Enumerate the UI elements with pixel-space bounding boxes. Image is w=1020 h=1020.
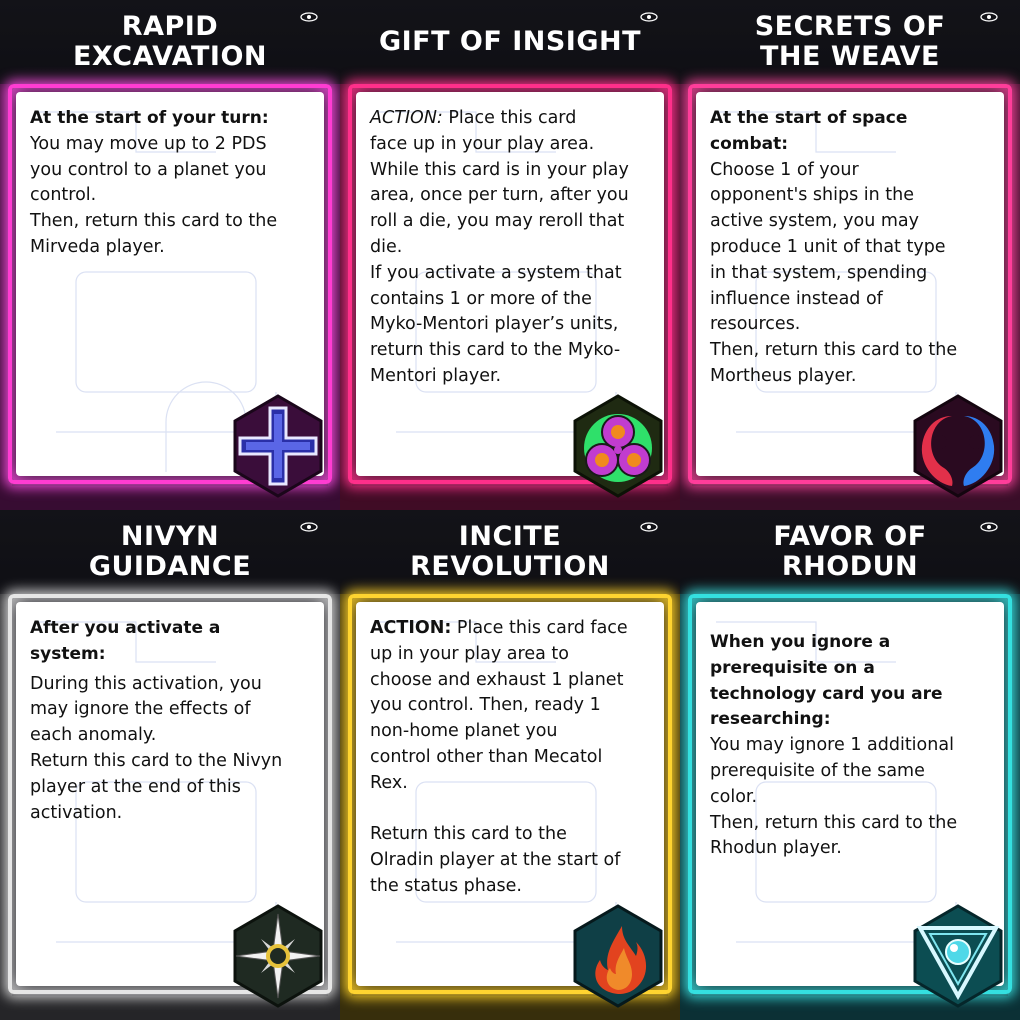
card-body: During this activation, you may ignore t… <box>30 673 283 823</box>
myko-mentori-spores-icon <box>573 394 663 498</box>
card-gift-of-insight[interactable]: GIFT OF INSIGHT ACTION: Place this card … <box>340 0 680 510</box>
card-body: You may ignore 1 additional prerequisite… <box>710 735 958 859</box>
mirveda-cross-icon <box>233 394 323 498</box>
expansion-eye-icon <box>300 12 318 22</box>
expansion-eye-icon <box>980 522 998 532</box>
card-title-band: RAPID EXCAVATION <box>0 0 340 84</box>
card-title: GIFT OF INSIGHT <box>378 26 642 57</box>
card-title-band: FAVOR OF RHODUN <box>680 510 1020 594</box>
card-secrets-of-the-weave[interactable]: SECRETS OF THE WEAVE At the start of spa… <box>680 0 1020 510</box>
card-title: INCITE REVOLUTION <box>410 521 610 582</box>
expansion-eye-icon <box>640 522 658 532</box>
expansion-eye-icon <box>640 12 658 22</box>
card-nivyn-guidance[interactable]: NIVYN GUIDANCE After you activate a syst… <box>0 510 340 1020</box>
card-trigger: At the start of your turn: <box>30 108 269 128</box>
card-body: You may move up to 2 PDS you control to … <box>30 133 278 257</box>
card-title: RAPID EXCAVATION <box>72 11 268 72</box>
card-body: Choose 1 of your opponent's ships in the… <box>710 159 958 386</box>
card-incite-revolution[interactable]: INCITE REVOLUTION ACTION: Place this car… <box>340 510 680 1020</box>
card-grid: RAPID EXCAVATION At the start of your tu… <box>0 0 1020 1020</box>
card-body-text: Place this card face up in your play are… <box>370 108 629 386</box>
card-title-band: SECRETS OF THE WEAVE <box>680 0 1020 84</box>
card-rapid-excavation[interactable]: RAPID EXCAVATION At the start of your tu… <box>0 0 340 510</box>
nivyn-star-icon <box>233 904 323 1008</box>
card-action-label: ACTION: <box>370 618 452 638</box>
card-title-band: GIFT OF INSIGHT <box>340 0 680 84</box>
expansion-eye-icon <box>980 12 998 22</box>
rhodun-triangle-icon <box>913 904 1003 1008</box>
card-body: ACTION: Place this card face up in your … <box>370 106 654 390</box>
card-title: NIVYN GUIDANCE <box>88 521 252 582</box>
card-trigger: When you ignore a prerequisite on a tech… <box>710 632 943 730</box>
card-title-band: NIVYN GUIDANCE <box>0 510 340 594</box>
card-favor-of-rhodun[interactable]: FAVOR OF RHODUN When you ignore a prereq… <box>680 510 1020 1020</box>
card-body: ACTION: Place this card face up in your … <box>370 616 654 900</box>
olradin-flame-icon <box>573 904 663 1008</box>
card-title-band: INCITE REVOLUTION <box>340 510 680 594</box>
card-body-text: Place this card face up in your play are… <box>370 618 628 896</box>
card-title: FAVOR OF RHODUN <box>773 521 927 582</box>
card-trigger: After you activate a system: <box>30 618 221 664</box>
expansion-eye-icon <box>300 522 318 532</box>
mortheus-yin-yang-icon <box>913 394 1003 498</box>
card-trigger: At the start of space combat: <box>710 108 908 154</box>
card-title: SECRETS OF THE WEAVE <box>754 11 946 72</box>
card-action-label: ACTION: <box>370 108 443 128</box>
